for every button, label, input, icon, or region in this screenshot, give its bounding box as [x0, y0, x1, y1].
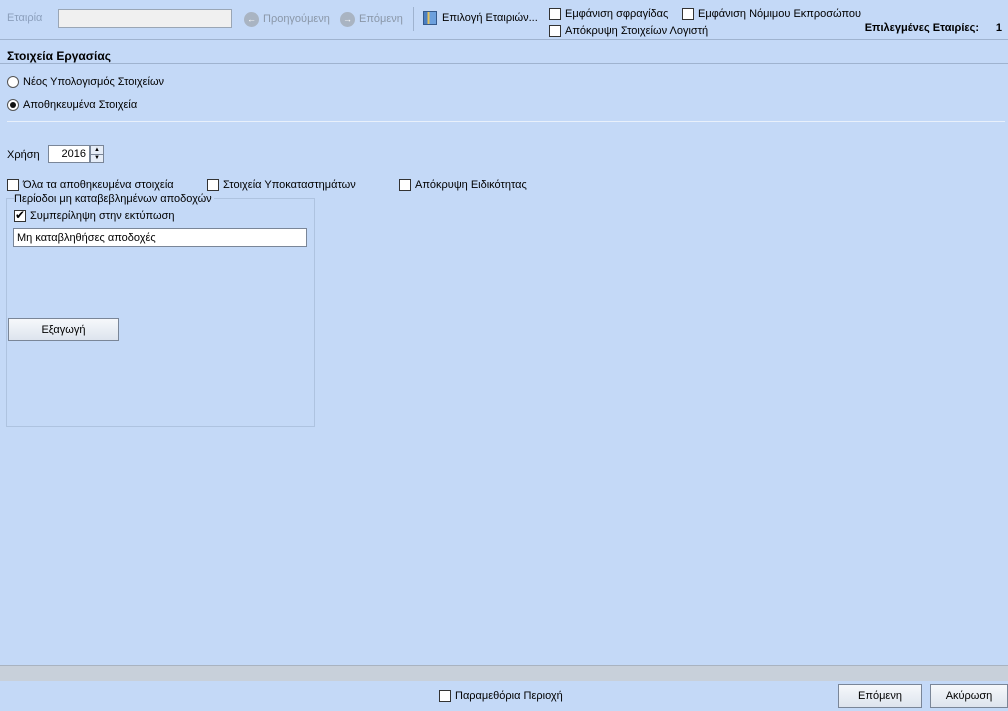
- hide-specialty-label: Απόκρυψη Ειδικότητας: [415, 179, 527, 191]
- checkbox-box[interactable]: [549, 8, 561, 20]
- radio-new-calculation[interactable]: Νέος Υπολογισμός Στοιχείων: [7, 76, 164, 88]
- chevron-up-icon[interactable]: ▲: [91, 146, 103, 155]
- cancel-button[interactable]: Ακύρωση: [930, 684, 1008, 708]
- hide-specialty-checkbox[interactable]: Απόκρυψη Ειδικότητας: [399, 179, 527, 191]
- include-print-label: Συμπερίληψη στην εκτύπωση: [30, 210, 175, 222]
- show-stamp-checkbox[interactable]: Εμφάνιση σφραγίδας: [549, 8, 668, 20]
- branch-data-checkbox[interactable]: Στοιχεία Υποκαταστημάτων: [207, 179, 356, 191]
- show-legal-rep-checkbox[interactable]: Εμφάνιση Νόμιμου Εκπροσώπου: [682, 8, 861, 20]
- arrow-right-icon: →: [340, 11, 355, 27]
- next-nav-label: Επόμενη: [359, 13, 403, 25]
- hide-accountant-checkbox[interactable]: Απόκρυψη Στοιχείων Λογιστή: [549, 25, 708, 37]
- horizontal-scrollbar[interactable]: [0, 665, 1008, 681]
- chevron-down-icon[interactable]: ▼: [91, 155, 103, 163]
- previous-label: Προηγούμενη: [263, 13, 330, 25]
- parameter-area-label: Παραμεθόρια Περιοχή: [455, 690, 563, 702]
- checkbox-box[interactable]: [399, 179, 411, 191]
- group-title: Περίοδοι μη καταβεβλημένων αποδοχών: [14, 193, 214, 205]
- select-companies-label: Επιλογή Εταιριών...: [442, 12, 538, 24]
- radio-saved-label: Αποθηκευμένα Στοιχεία: [23, 99, 138, 111]
- checkbox-box[interactable]: [207, 179, 219, 191]
- radio-saved-data[interactable]: Αποθηκευμένα Στοιχεία: [7, 99, 137, 111]
- section-divider: [0, 63, 1008, 64]
- show-stamp-label: Εμφάνιση σφραγίδας: [565, 8, 669, 20]
- radio-button[interactable]: [7, 76, 19, 88]
- toolbar-separator: [413, 7, 414, 31]
- branch-data-label: Στοιχεία Υποκαταστημάτων: [223, 179, 356, 191]
- checkbox-box[interactable]: [682, 8, 694, 20]
- export-button[interactable]: Εξαγωγή: [8, 318, 119, 341]
- checkbox-box[interactable]: [549, 25, 561, 37]
- year-input[interactable]: 2016: [48, 145, 90, 163]
- previous-button[interactable]: ← Προηγούμενη: [244, 11, 330, 27]
- unpaid-text-field[interactable]: Μη καταβληθήσες αποδοχές: [13, 228, 307, 247]
- show-legal-rep-label: Εμφάνιση Νόμιμου Εκπροσώπου: [698, 8, 862, 20]
- year-stepper[interactable]: ▲ ▼: [90, 145, 104, 163]
- select-companies-button[interactable]: Επιλογή Εταιριών...: [423, 11, 538, 25]
- company-label: Εταιρία: [7, 12, 43, 24]
- selected-companies-label: Επιλεγμένες Εταιρίες:: [864, 22, 979, 34]
- all-saved-label: Όλα τα αποθηκευμένα στοιχεία: [23, 179, 174, 191]
- include-print-checkbox[interactable]: Συμπερίληψη στην εκτύπωση: [14, 208, 175, 222]
- arrow-left-icon: ←: [244, 11, 259, 27]
- year-label: Χρήση: [7, 149, 40, 161]
- radio-button-selected[interactable]: [7, 99, 19, 111]
- next-button[interactable]: Επόμενη: [838, 684, 922, 708]
- selected-companies-count: 1: [995, 22, 1002, 34]
- all-saved-checkbox[interactable]: Όλα τα αποθηκευμένα στοιχεία: [7, 179, 174, 191]
- hide-accountant-label: Απόκρυψη Στοιχείων Λογιστή: [565, 25, 709, 37]
- next-nav-button[interactable]: → Επόμενη: [340, 11, 403, 27]
- divider: [7, 121, 1005, 122]
- radio-new-label: Νέος Υπολογισμός Στοιχείων: [23, 76, 165, 88]
- company-input[interactable]: [58, 9, 232, 28]
- checkbox-box[interactable]: [7, 179, 19, 191]
- checkbox-box-checked[interactable]: [14, 208, 26, 222]
- checkbox-box[interactable]: [439, 690, 451, 702]
- section-title: Στοιχεία Εργασίας: [7, 49, 111, 63]
- parameter-area-checkbox[interactable]: Παραμεθόρια Περιοχή: [439, 690, 563, 702]
- book-icon: [423, 11, 437, 25]
